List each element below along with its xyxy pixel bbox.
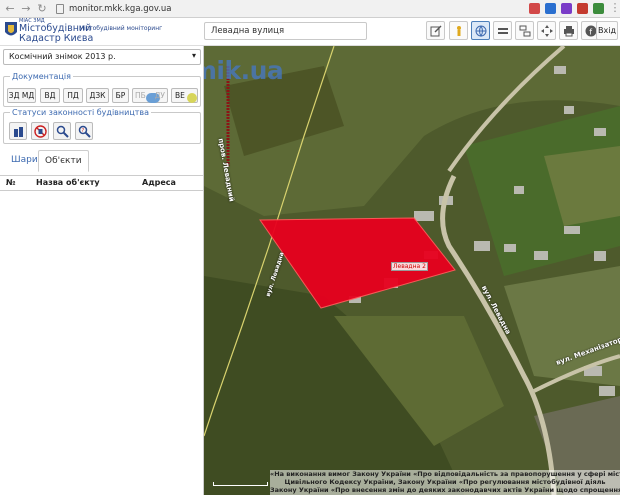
- extension-icon[interactable]: [561, 3, 572, 14]
- doc-button-pb-du[interactable]: ПБ ДУ: [132, 88, 168, 103]
- inspection-button[interactable]: [53, 122, 71, 140]
- notice-line3: Закону України «Про внесення змін до дея…: [270, 486, 620, 494]
- notice-line1: «На виконання вимог Закону України «Про …: [270, 470, 620, 478]
- edit-icon: [430, 25, 441, 36]
- address-bar[interactable]: monitor.mkk.kga.gov.ua: [56, 3, 172, 14]
- forum-watermark: Forum.Domik.ua: [204, 56, 284, 85]
- illegal-building-button[interactable]: [31, 122, 49, 140]
- page-icon: [56, 3, 64, 14]
- doc-label-ve: ВЕ: [175, 91, 185, 100]
- chevron-down-icon: ▾: [191, 51, 196, 60]
- notice-line2: Цивільного Кодексу України, Закону Украї…: [284, 478, 606, 486]
- brand[interactable]: МІАС ЗМД Містобудівний Кадастр Києва Міс…: [19, 19, 162, 44]
- move-icon: [540, 24, 553, 37]
- url-text: monitor.mkk.kga.gov.ua: [69, 3, 172, 14]
- map-canvas[interactable]: Forum.Domik.ua Левадна 2 пров. Левадний …: [204, 46, 620, 495]
- doc-button-pd[interactable]: ПД: [63, 88, 83, 103]
- column-number: №: [6, 178, 16, 187]
- person-button[interactable]: [449, 21, 468, 40]
- svg-text:?: ?: [81, 128, 84, 134]
- extension-icon[interactable]: [577, 3, 588, 14]
- globe-icon: [475, 25, 486, 37]
- split-icon: [519, 25, 530, 36]
- unknown-status-button[interactable]: ?: [75, 122, 93, 140]
- objects-table-header: № Назва об'єкту Адреса: [0, 176, 204, 191]
- parcel-label: Левадна 2: [391, 262, 428, 271]
- doc-button-ve[interactable]: ВЕ: [171, 88, 198, 103]
- browser-toolbar: ← → ↻ monitor.mkk.kga.gov.ua ⋮: [0, 0, 620, 18]
- column-name: Назва об'єкту: [36, 178, 100, 187]
- brand-line2: Кадастр Києва: [19, 32, 94, 44]
- building-icon: [13, 126, 23, 137]
- doc-button-br[interactable]: БР: [112, 88, 129, 103]
- split-button[interactable]: [515, 21, 534, 40]
- toggle-icon: [187, 93, 197, 103]
- extension-icon[interactable]: [593, 3, 604, 14]
- doc-label-pb: ПБ: [135, 91, 146, 100]
- reload-icon[interactable]: ↻: [36, 2, 48, 15]
- status-legend: Статуси законності будівництва: [10, 108, 152, 117]
- facebook-icon: f: [585, 25, 596, 36]
- search-icon: [56, 125, 69, 138]
- back-icon[interactable]: ←: [4, 2, 16, 15]
- tab-objects[interactable]: Об'єкти: [38, 150, 89, 172]
- basemap-select[interactable]: Космічний знімок 2013 р. ▾: [3, 49, 201, 65]
- no-build-icon: [33, 124, 47, 138]
- app-header: МІАС ЗМД Містобудівний Кадастр Києва Міс…: [0, 18, 620, 46]
- doc-button-dzk[interactable]: ДЗК: [86, 88, 109, 103]
- person-icon: [456, 25, 461, 36]
- move-button[interactable]: [537, 21, 556, 40]
- layers-button[interactable]: [493, 21, 512, 40]
- forward-icon[interactable]: →: [20, 2, 32, 15]
- documentation-group: Документація ЗД МД ВД ПД ДЗК БР ПБ ДУ ВЕ: [3, 72, 201, 107]
- legal-building-button[interactable]: [9, 122, 27, 140]
- extension-icon[interactable]: [545, 3, 556, 14]
- layers-icon: [497, 27, 508, 34]
- documentation-legend: Документація: [10, 72, 73, 81]
- left-panel: Космічний знімок 2013 р. ▾ Документація …: [0, 46, 204, 495]
- globe-button[interactable]: [471, 21, 490, 40]
- doc-button-vd[interactable]: ВД: [40, 88, 60, 103]
- print-icon: [563, 25, 574, 36]
- extension-icon[interactable]: [529, 3, 540, 14]
- edit-button[interactable]: [426, 21, 445, 40]
- menu-icon[interactable]: ⋮: [609, 2, 620, 14]
- status-group: Статуси законності будівництва ?: [3, 108, 201, 144]
- print-button[interactable]: [559, 21, 578, 40]
- question-icon: ?: [78, 125, 91, 138]
- doc-button-zdmd[interactable]: ЗД МД: [7, 88, 36, 103]
- basemap-select-value: Космічний знімок 2013 р.: [9, 52, 116, 61]
- column-address: Адреса: [142, 178, 176, 187]
- svg-text:f: f: [589, 27, 592, 36]
- login-button[interactable]: Вхід: [596, 21, 618, 40]
- doc-label-du: ДУ: [154, 91, 165, 100]
- legal-notice: «На виконання вимог Закону України «Про …: [270, 470, 620, 495]
- logo-icon: [5, 22, 17, 36]
- brand-subtitle: Містобудівний моніторинг: [79, 25, 163, 32]
- search-input[interactable]: Левадна вулиця: [204, 22, 367, 40]
- map-scale-bar: [213, 482, 268, 486]
